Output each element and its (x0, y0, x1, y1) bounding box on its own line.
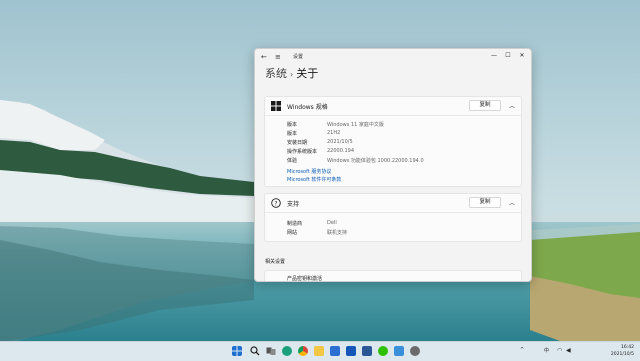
windows-logo-icon (271, 101, 281, 111)
windows-spec-card: Windows 规格 复制 ︿ 版本 Windows 11 家庭中文版 版本 2… (264, 96, 522, 187)
spec-row-edition: 版本 Windows 11 家庭中文版 (287, 121, 384, 128)
window-title: 设置 (293, 54, 304, 60)
spec-value: 2021/10/5 (327, 139, 353, 145)
microsoft-license-terms-link[interactable]: Microsoft 软件许可条款 (287, 176, 341, 183)
windows-spec-title: Windows 规格 (287, 104, 328, 111)
spec-value: Windows 功能体验包 1000.22000.194.0 (327, 158, 424, 164)
wechat-icon[interactable] (378, 346, 388, 356)
edge-icon[interactable] (282, 346, 292, 356)
spec-value: 21H2 (327, 130, 341, 136)
chevron-right-icon: › (290, 70, 294, 79)
clock-time: 16:42 (621, 345, 634, 350)
related-settings-heading: 相关设置 (265, 259, 286, 265)
file-explorer-icon[interactable] (314, 346, 324, 356)
microsoft-services-agreement-link[interactable]: Microsoft 服务协议 (287, 168, 331, 175)
online-support-link[interactable]: 联机支持 (327, 229, 347, 236)
settings-gear-icon[interactable] (410, 346, 420, 356)
minimize-button[interactable]: — (487, 50, 501, 62)
windows-spec-header[interactable]: Windows 规格 复制 ︿ (265, 97, 521, 116)
photos-icon[interactable] (394, 346, 404, 356)
search-icon[interactable] (250, 346, 260, 356)
copy-windows-spec-button[interactable]: 复制 (469, 100, 501, 111)
spec-label: 版本 (287, 122, 298, 128)
support-row-website: 网站 联机支持 (287, 229, 347, 236)
support-title: 支持 (287, 201, 300, 208)
help-icon: ? (271, 198, 281, 208)
spec-value: 22000.194 (327, 148, 355, 154)
menu-icon[interactable]: ≡ (275, 52, 281, 62)
page-title: 关于 (296, 67, 319, 80)
spec-label: 版本 (287, 131, 298, 137)
support-value: Dell (327, 220, 337, 226)
clock-date: 2021/10/5 (610, 352, 634, 357)
spec-value: Windows 11 家庭中文版 (327, 122, 384, 128)
speaker-icon[interactable]: ◀ (566, 347, 571, 354)
clock[interactable]: 16:42 2021/10/5 (611, 344, 634, 358)
chrome-icon[interactable] (298, 346, 308, 356)
spec-label: 操作系统版本 (287, 149, 318, 155)
chevron-up-icon[interactable]: ︿ (509, 101, 515, 110)
store-icon[interactable] (330, 346, 340, 356)
chevron-up-icon[interactable]: ︿ (509, 198, 515, 207)
task-view-icon[interactable] (266, 346, 276, 356)
wifi-icon[interactable]: ◠ (557, 347, 562, 354)
word-icon[interactable] (362, 346, 372, 356)
windows-start-icon[interactable] (232, 346, 242, 356)
support-label: 制造商 (287, 221, 303, 227)
mail-icon[interactable] (346, 346, 356, 356)
close-button[interactable]: ✕ (515, 50, 529, 62)
spec-row-os-build: 操作系统版本 22000.194 (287, 148, 354, 155)
title-bar: ← ≡ 设置 — ☐ ✕ (255, 49, 531, 65)
support-label: 网站 (287, 230, 298, 236)
breadcrumb-parent[interactable]: 系统 (265, 67, 287, 80)
support-row-manufacturer: 制造商 Dell (287, 220, 337, 227)
maximize-button[interactable]: ☐ (501, 50, 515, 62)
svg-text:?: ? (274, 200, 277, 207)
spec-row-install-date: 安装日期 2021/10/5 (287, 139, 353, 146)
spec-row-version: 版本 21H2 (287, 130, 340, 137)
spec-row-experience: 体验 Windows 功能体验包 1000.22000.194.0 (287, 157, 424, 164)
input-method-icon[interactable]: 中 (544, 347, 549, 354)
support-header[interactable]: ? 支持 复制 ︿ (265, 194, 521, 213)
product-key-activation-item[interactable]: 产品密钥和激活 (264, 270, 522, 282)
taskbar: ^ 中 ◠ ◀ 16:42 2021/10/5 (0, 341, 640, 361)
settings-window: ← ≡ 设置 — ☐ ✕ 系统 › 关于 Windows 规格 复制 ︿ 版本 Wi… (254, 48, 532, 282)
breadcrumb: 系统 › 关于 (265, 65, 318, 81)
spec-label: 安装日期 (287, 140, 308, 146)
tray-overflow-icon[interactable]: ^ (520, 347, 524, 353)
product-key-activation-label: 产品密钥和激活 (287, 276, 323, 282)
copy-support-button[interactable]: 复制 (469, 197, 501, 208)
support-card: ? 支持 复制 ︿ 制造商 Dell 网站 联机支持 (264, 193, 522, 242)
spec-label: 体验 (287, 158, 298, 164)
back-arrow-icon[interactable]: ← (261, 52, 267, 62)
